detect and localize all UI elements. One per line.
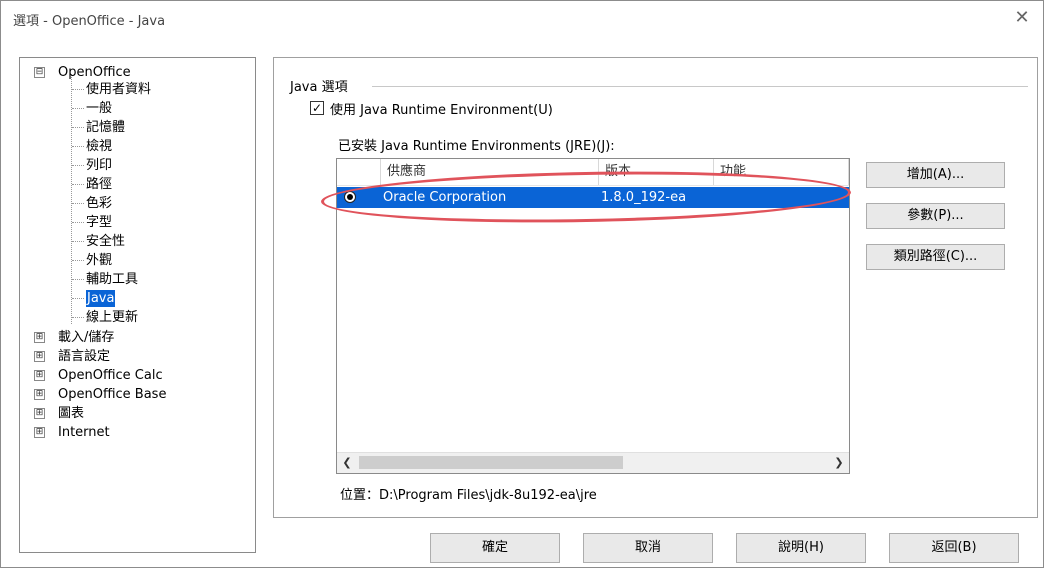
close-icon[interactable]: ✕ bbox=[1011, 7, 1033, 29]
help-button[interactable]: 說明(H) bbox=[736, 533, 866, 563]
expand-icon[interactable]: ⊞ bbox=[34, 332, 45, 343]
expand-icon[interactable]: ⊞ bbox=[34, 408, 45, 419]
tree-connector bbox=[72, 184, 84, 185]
jre-list[interactable]: 供應商 版本 功能 Oracle Corporation 1.8.0_192-e… bbox=[336, 158, 850, 474]
tree-connector bbox=[72, 127, 84, 128]
tree-connector bbox=[72, 317, 84, 318]
column-header-features[interactable]: 功能 bbox=[714, 159, 849, 185]
tree-item-label: 字型 bbox=[86, 215, 113, 230]
options-tree: ⊟ OpenOffice 使用者資料 一般 記憶體 檢視 列印 路徑 色彩 字型… bbox=[19, 57, 256, 553]
jre-list-header: 供應商 版本 功能 bbox=[337, 159, 849, 186]
tree-item-label: OpenOffice Base bbox=[58, 387, 167, 402]
add-button[interactable]: 增加(A)... bbox=[866, 162, 1005, 188]
jre-location: 位置：D:\Program Files\jdk-8u192-ea\jre bbox=[340, 488, 597, 503]
tree-item-label: OpenOffice bbox=[58, 65, 131, 80]
tree-connector bbox=[72, 260, 84, 261]
title-bar: 選項 - OpenOffice - Java ✕ bbox=[1, 1, 1043, 35]
tree-item-label: 圖表 bbox=[58, 406, 85, 421]
tree-item-label: 列印 bbox=[86, 158, 113, 173]
tree-item-label: 檢視 bbox=[86, 139, 113, 154]
tree-item-label: 一般 bbox=[86, 101, 113, 116]
reset-button[interactable]: 返回(B) bbox=[889, 533, 1019, 563]
tree-item-label: 輔助工具 bbox=[86, 272, 139, 287]
tree-connector bbox=[72, 279, 84, 280]
expand-icon[interactable]: ⊞ bbox=[34, 351, 45, 362]
column-header-select[interactable] bbox=[337, 159, 381, 185]
tree-connector bbox=[72, 165, 84, 166]
cancel-button[interactable]: 取消 bbox=[583, 533, 713, 563]
group-separator bbox=[372, 86, 1028, 87]
tree-connector bbox=[72, 298, 84, 299]
tree-item-label: 色彩 bbox=[86, 196, 113, 211]
scroll-left-icon[interactable]: ❮ bbox=[337, 453, 357, 473]
tree-connector bbox=[72, 203, 84, 204]
use-jre-label[interactable]: 使用 Java Runtime Environment(U) bbox=[330, 99, 553, 118]
java-options-group-label: Java 選項 bbox=[290, 80, 348, 95]
ok-button[interactable]: 確定 bbox=[430, 533, 560, 563]
tree-connector bbox=[72, 241, 84, 242]
column-header-version[interactable]: 版本 bbox=[599, 159, 714, 185]
tree-connector bbox=[72, 89, 84, 90]
tree-item-label: 語言設定 bbox=[58, 349, 111, 364]
tree-item-label: OpenOffice Calc bbox=[58, 368, 163, 383]
jre-vendor: Oracle Corporation bbox=[383, 190, 507, 205]
tree-item-label: Java bbox=[86, 290, 116, 307]
tree-item-label: 路徑 bbox=[86, 177, 113, 192]
expand-icon[interactable]: ⊞ bbox=[34, 370, 45, 381]
tree-item-label: 外觀 bbox=[86, 253, 113, 268]
jre-row[interactable]: Oracle Corporation 1.8.0_192-ea bbox=[337, 187, 849, 208]
tree-connector bbox=[71, 74, 72, 324]
expand-icon[interactable]: ⊞ bbox=[34, 389, 45, 400]
tree-item-label: 安全性 bbox=[86, 234, 126, 249]
tree-item-label: 使用者資料 bbox=[86, 82, 152, 97]
parameters-button[interactable]: 參數(P)... bbox=[866, 203, 1005, 229]
tree-connector bbox=[72, 108, 84, 109]
tree-item-label: 線上更新 bbox=[86, 310, 139, 325]
jre-version: 1.8.0_192-ea bbox=[601, 190, 687, 205]
horizontal-scrollbar[interactable]: ❮ ❯ bbox=[337, 452, 849, 473]
use-jre-checkbox[interactable]: ✓ bbox=[310, 101, 324, 115]
jre-radio[interactable] bbox=[344, 191, 356, 203]
tree-item-label: 記憶體 bbox=[86, 120, 126, 135]
class-path-button[interactable]: 類別路徑(C)... bbox=[866, 244, 1005, 270]
scroll-right-icon[interactable]: ❯ bbox=[829, 453, 849, 473]
scroll-thumb[interactable] bbox=[359, 456, 623, 469]
tree-connector bbox=[72, 146, 84, 147]
window-title: 選項 - OpenOffice - Java bbox=[13, 14, 166, 29]
tree-item-label: Internet bbox=[58, 425, 110, 440]
column-header-vendor[interactable]: 供應商 bbox=[381, 159, 599, 185]
expand-icon[interactable]: ⊞ bbox=[34, 427, 45, 438]
tree-item-label: 載入/儲存 bbox=[58, 330, 115, 345]
collapse-icon[interactable]: ⊟ bbox=[34, 67, 45, 78]
installed-jre-label: 已安裝 Java Runtime Environments (JRE)(J): bbox=[338, 139, 615, 154]
tree-connector bbox=[72, 222, 84, 223]
